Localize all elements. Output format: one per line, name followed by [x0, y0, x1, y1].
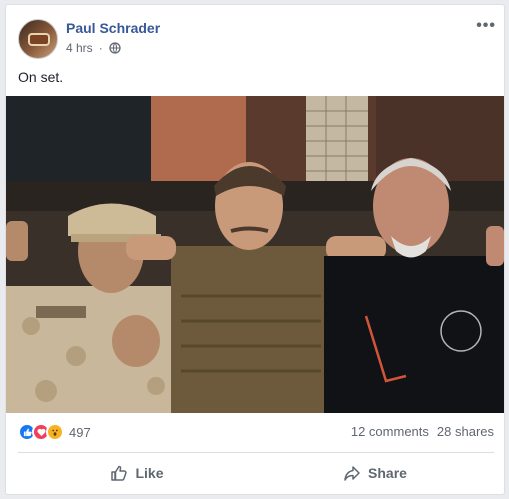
photo-illustration [6, 96, 504, 413]
comment-count[interactable]: 12 comments [351, 424, 429, 439]
post-card: Paul Schrader 4 hrs · ••• On set. 497 12… [5, 4, 505, 495]
engagement-counts: 12 comments 28 shares [351, 424, 494, 439]
wow-reaction-icon [46, 423, 64, 441]
author-name[interactable]: Paul Schrader [66, 20, 160, 36]
like-button[interactable]: Like [18, 454, 256, 492]
like-label: Like [135, 465, 164, 481]
share-arrow-icon [344, 466, 360, 481]
reactions-summary[interactable]: 497 [18, 423, 91, 441]
thumbs-up-icon [111, 465, 128, 481]
action-divider [18, 452, 494, 453]
author-avatar[interactable] [18, 19, 58, 59]
post-timestamp[interactable]: 4 hrs [66, 41, 93, 55]
more-options-icon[interactable]: ••• [476, 17, 496, 35]
post-meta: 4 hrs · [66, 41, 121, 55]
dot-separator: · [98, 41, 103, 55]
share-count[interactable]: 28 shares [437, 424, 494, 439]
post-text: On set. [18, 69, 64, 85]
globe-icon[interactable] [109, 42, 121, 54]
post-actions: Like Share [18, 454, 494, 492]
reaction-count[interactable]: 497 [69, 425, 91, 440]
share-button[interactable]: Share [256, 454, 494, 492]
share-label: Share [368, 465, 407, 481]
post-photo[interactable] [6, 96, 504, 413]
post-stats: 497 12 comments 28 shares [18, 423, 494, 443]
